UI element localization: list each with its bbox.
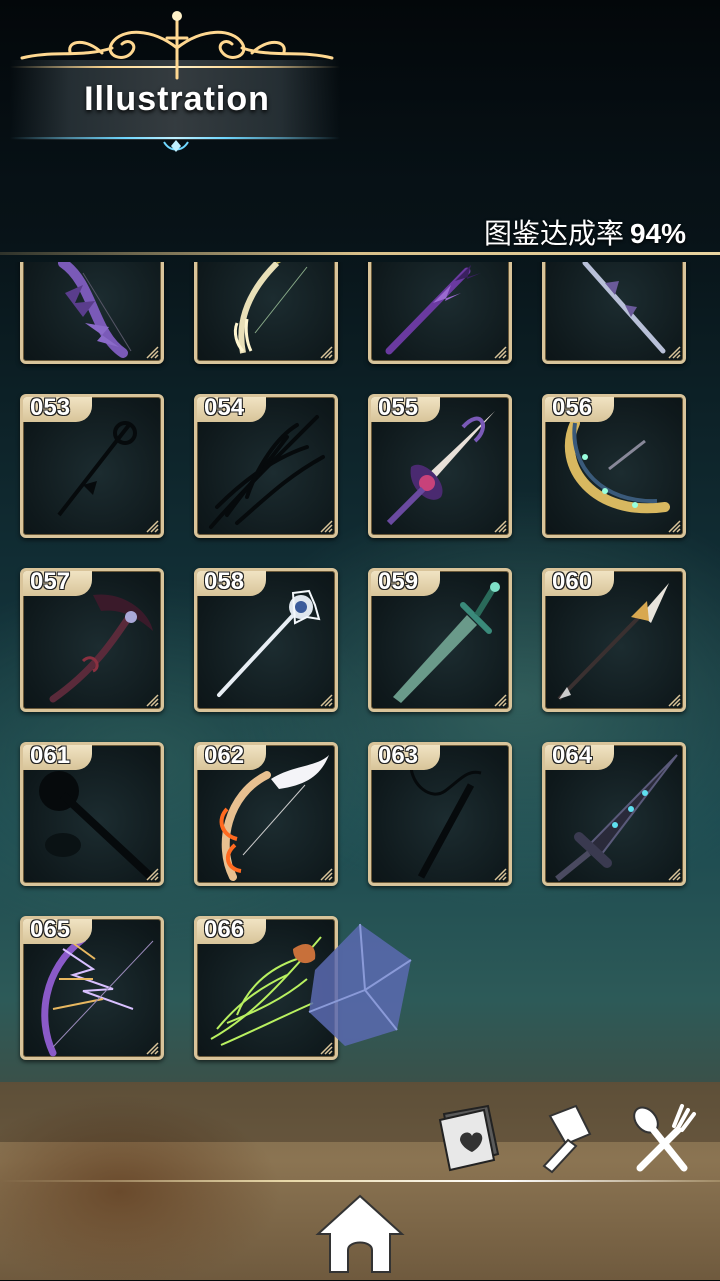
weapon-card[interactable] — [20, 262, 164, 364]
corner-ornament-icon — [494, 694, 507, 707]
gold-scroll-ornament-icon — [20, 11, 334, 80]
corner-ornament-icon — [146, 868, 159, 881]
corner-ornament-icon — [320, 520, 333, 533]
weapon-card[interactable]: 065 — [20, 916, 164, 1060]
weapon-number-badge: 065 — [23, 919, 92, 944]
corner-ornament-icon — [320, 868, 333, 881]
corner-ornament-icon — [668, 520, 681, 533]
weapon-card[interactable] — [368, 262, 512, 364]
weapon-card[interactable]: 059 — [368, 568, 512, 712]
purple-lance-icon — [385, 265, 481, 355]
blue-gem-ornament-icon — [163, 140, 189, 152]
weapon-card[interactable]: 056 — [542, 394, 686, 538]
weapon-number-badge: 053 — [23, 397, 92, 422]
completion-value: 94% — [629, 218, 686, 249]
weapon-number-badge: 057 — [23, 571, 92, 596]
silver-lance-icon — [582, 262, 666, 354]
weapon-card[interactable] — [194, 262, 338, 364]
header-divider — [0, 252, 720, 255]
corner-ornament-icon — [668, 868, 681, 881]
corner-ornament-icon — [320, 346, 333, 359]
weapon-card[interactable] — [542, 262, 686, 364]
corner-ornament-icon — [146, 520, 159, 533]
home-icon — [315, 1194, 405, 1273]
page-title: Illustration — [84, 80, 270, 118]
weapon-card[interactable]: 063 — [368, 742, 512, 886]
weapon-number-badge: 060 — [545, 571, 614, 596]
corner-ornament-icon — [668, 346, 681, 359]
weapon-number-badge: 062 — [197, 745, 266, 770]
book-button[interactable] — [430, 1100, 506, 1176]
weapon-card[interactable]: 057 — [20, 568, 164, 712]
weapon-card[interactable]: 061 — [20, 742, 164, 886]
hammer-button[interactable] — [530, 1100, 606, 1176]
completion-rate: 图鉴达成率 94% — [484, 212, 686, 252]
corner-ornament-icon — [146, 694, 159, 707]
hammer-icon — [542, 1104, 592, 1174]
weapon-number-badge: 061 — [23, 745, 92, 770]
book-icon — [438, 1104, 500, 1172]
completion-label: 图鉴达成率 — [483, 218, 624, 249]
weapon-number-badge: 063 — [371, 745, 440, 770]
weapon-card[interactable]: 058 — [194, 568, 338, 712]
corner-ornament-icon — [494, 868, 507, 881]
fork-spoon-icon — [633, 1104, 696, 1172]
corner-ornament-icon — [494, 520, 507, 533]
background-crystal-icon — [308, 923, 412, 1046]
fork-spoon-button[interactable] — [624, 1100, 700, 1176]
weapon-number-badge: 054 — [197, 397, 266, 422]
ground-shadow — [0, 1082, 720, 1142]
corner-ornament-icon — [146, 1042, 159, 1055]
corner-ornament-icon — [668, 694, 681, 707]
home-button[interactable] — [314, 1190, 406, 1276]
weapon-card[interactable]: 060 — [542, 568, 686, 712]
corner-ornament-icon — [320, 694, 333, 707]
feather-bow-icon — [233, 262, 308, 354]
weapon-number-badge: 064 — [545, 745, 614, 770]
weapon-card[interactable]: 055 — [368, 394, 512, 538]
weapon-number-badge: 059 — [371, 571, 440, 596]
weapon-number-badge: 058 — [197, 571, 266, 596]
weapon-number-badge: 066 — [197, 919, 266, 944]
weapon-card[interactable]: 054 — [194, 394, 338, 538]
weapon-number-badge: 056 — [545, 397, 614, 422]
weapon-card[interactable]: 064 — [542, 742, 686, 886]
corner-ornament-icon — [146, 346, 159, 359]
weapon-card[interactable]: 053 — [20, 394, 164, 538]
weapon-card[interactable]: 062 — [194, 742, 338, 886]
weapon-number-badge: 055 — [371, 397, 440, 422]
bat-wing-bow-icon — [58, 262, 132, 358]
corner-ornament-icon — [494, 346, 507, 359]
bottom-divider — [0, 1180, 720, 1182]
